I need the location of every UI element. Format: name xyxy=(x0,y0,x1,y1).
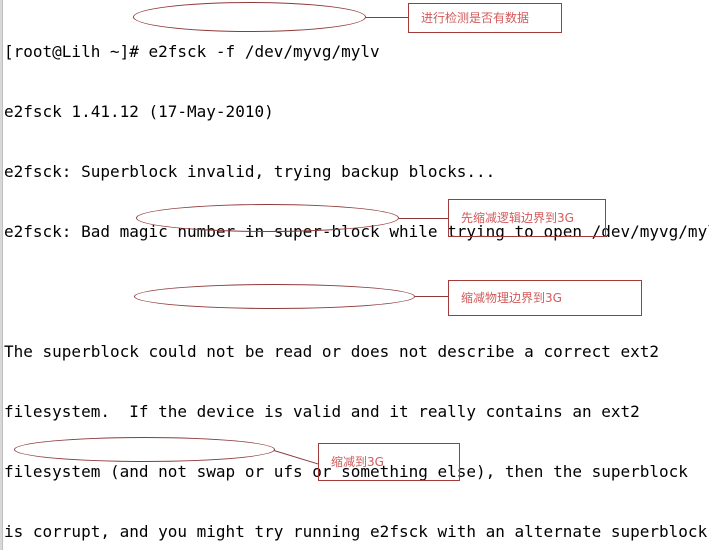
terminal-output[interactable]: [root@Lilh ~]# e2fsck -f /dev/myvg/mylv … xyxy=(4,2,709,550)
terminal-line: e2fsck: Superblock invalid, trying backu… xyxy=(4,162,496,181)
terminal-line: filesystem. If the device is valid and i… xyxy=(4,402,640,421)
terminal-line: [root@Lilh ~]# e2fsck -f /dev/myvg/mylv xyxy=(4,42,380,61)
terminal-line: e2fsck: Bad magic number in super-block … xyxy=(4,222,709,241)
terminal-line: e2fsck 1.41.12 (17-May-2010) xyxy=(4,102,274,121)
terminal-line: is corrupt, and you might try running e2… xyxy=(4,522,709,541)
window-left-edge xyxy=(0,0,3,550)
terminal-window[interactable]: [root@Lilh ~]# e2fsck -f /dev/myvg/mylv … xyxy=(0,0,709,550)
terminal-line: The superblock could not be read or does… xyxy=(4,342,660,361)
terminal-line: filesystem (and not swap or ufs or somet… xyxy=(4,462,688,481)
